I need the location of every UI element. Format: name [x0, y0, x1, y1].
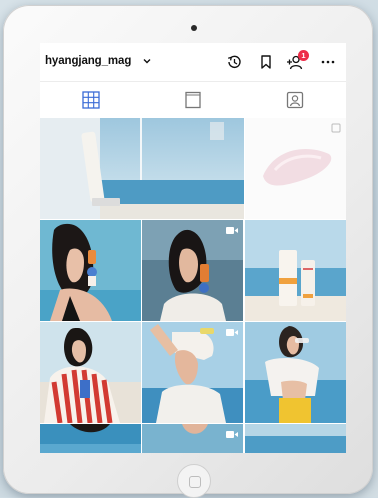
grid-icon: [82, 91, 100, 109]
bookmark-icon[interactable]: [257, 53, 275, 71]
post-thumbnail[interactable]: [142, 424, 243, 453]
multiple-posts-icon: [331, 123, 341, 133]
post-thumbnail[interactable]: [40, 322, 141, 423]
cream-swatch-photo: [245, 118, 346, 219]
sunscreen-beach-photo: [40, 118, 244, 219]
post-grid: [40, 118, 346, 453]
chevron-down-icon[interactable]: [142, 56, 152, 66]
feed-icon: [185, 91, 201, 109]
model-yellow-skirt-photo: [245, 322, 346, 423]
tab-grid[interactable]: [40, 82, 142, 118]
tagged-icon: [286, 91, 304, 109]
post-thumbnail[interactable]: [245, 220, 346, 321]
post-thumbnail[interactable]: [142, 322, 243, 423]
model-earrings-photo: [40, 220, 141, 321]
more-icon[interactable]: [319, 53, 337, 71]
username[interactable]: hyangjang_mag: [45, 55, 131, 67]
camera-icon: [191, 25, 197, 31]
video-icon: [226, 431, 238, 438]
instagram-screen: hyangjang_mag 1: [40, 43, 346, 453]
post-thumbnail[interactable]: [245, 322, 346, 423]
post-thumbnail[interactable]: [40, 118, 244, 219]
video-icon: [226, 329, 238, 336]
model-striped-dress-photo: [40, 322, 141, 423]
product-sea-photo: [245, 220, 346, 321]
tab-tagged[interactable]: [244, 82, 346, 118]
post-thumbnail[interactable]: [245, 424, 346, 453]
video-icon: [226, 227, 238, 234]
profile-tabs: [40, 81, 346, 118]
post-thumbnail[interactable]: [245, 118, 346, 219]
post-thumbnail[interactable]: [40, 424, 141, 453]
history-icon[interactable]: [225, 53, 243, 71]
partial-photo: [40, 424, 141, 453]
post-thumbnail[interactable]: [142, 220, 243, 321]
home-button[interactable]: [177, 464, 211, 498]
tab-feed[interactable]: [142, 82, 244, 118]
top-bar: hyangjang_mag 1: [40, 43, 346, 81]
partial-photo: [245, 424, 346, 453]
post-thumbnail[interactable]: [40, 220, 141, 321]
notification-badge: 1: [298, 50, 309, 61]
